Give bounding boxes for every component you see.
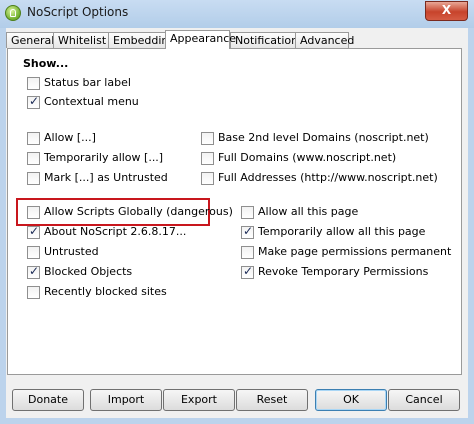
show-heading: Show... — [23, 57, 69, 70]
tab-general[interactable]: General — [6, 32, 54, 48]
status-bar-label-checkbox[interactable] — [27, 77, 40, 90]
recently-blocked-sites-checkbox[interactable] — [27, 286, 40, 299]
allow-checkbox[interactable] — [27, 132, 40, 145]
untrusted-checkbox[interactable] — [27, 246, 40, 259]
tab-advanced[interactable]: Advanced — [295, 32, 354, 48]
make-permissions-permanent-label: Make page permissions permanent — [258, 245, 452, 258]
temporarily-allow-label: Temporarily allow [...] — [44, 151, 164, 164]
contextual-menu-checkbox[interactable] — [27, 94, 40, 109]
import-button[interactable]: Import — [90, 389, 162, 411]
allow-all-this-page-label: Allow all this page — [258, 205, 359, 218]
untrusted-label: Untrusted — [44, 245, 99, 258]
status-bar-label-label: Status bar label — [44, 76, 131, 89]
allow-label: Allow [...] — [44, 131, 96, 144]
close-button[interactable]: X — [425, 1, 468, 21]
mark-untrusted-label: Mark [...] as Untrusted — [44, 171, 168, 184]
title-bar: NoScript Options X — [0, 0, 474, 29]
tab-whitelist[interactable]: Whitelist — [53, 32, 109, 48]
revoke-temporary-permissions-checkbox[interactable] — [241, 264, 254, 279]
mark-untrusted-checkbox[interactable] — [27, 172, 40, 185]
cancel-button[interactable]: Cancel — [388, 389, 460, 411]
ok-button[interactable]: OK — [315, 389, 387, 411]
allow-scripts-globally-label: Allow Scripts Globally (dangerous) — [44, 205, 233, 218]
temporarily-allow-all-page-label: Temporarily allow all this page — [258, 225, 426, 238]
contextual-menu-label: Contextual menu — [44, 95, 139, 108]
tab-appearance[interactable]: Appearance — [165, 30, 236, 49]
revoke-temporary-permissions-label: Revoke Temporary Permissions — [258, 265, 429, 278]
donate-button[interactable]: Donate — [12, 389, 84, 411]
noscript-logo-icon — [5, 5, 21, 21]
temporarily-allow-all-page-checkbox[interactable] — [241, 224, 254, 239]
reset-button[interactable]: Reset — [236, 389, 308, 411]
window-title: NoScript Options — [27, 5, 129, 19]
base-2nd-level-domains-checkbox[interactable] — [201, 132, 214, 145]
full-addresses-checkbox[interactable] — [201, 172, 214, 185]
recently-blocked-sites-label: Recently blocked sites — [44, 285, 167, 298]
full-addresses-label: Full Addresses (http://www.noscript.net) — [218, 171, 438, 184]
make-permissions-permanent-checkbox[interactable] — [241, 246, 254, 259]
export-button[interactable]: Export — [163, 389, 235, 411]
about-noscript-checkbox[interactable] — [27, 224, 40, 239]
temporarily-allow-checkbox[interactable] — [27, 152, 40, 165]
about-noscript-label: About NoScript 2.6.8.17... — [44, 225, 187, 238]
full-domains-checkbox[interactable] — [201, 152, 214, 165]
base-2nd-level-domains-label: Base 2nd level Domains (noscript.net) — [218, 131, 429, 144]
allow-all-this-page-checkbox[interactable] — [241, 206, 254, 219]
blocked-objects-checkbox[interactable] — [27, 264, 40, 279]
full-domains-label: Full Domains (www.noscript.net) — [218, 151, 397, 164]
allow-scripts-globally-checkbox[interactable] — [27, 206, 40, 219]
blocked-objects-label: Blocked Objects — [44, 265, 133, 278]
tab-notifications[interactable]: Notifications — [230, 32, 304, 48]
